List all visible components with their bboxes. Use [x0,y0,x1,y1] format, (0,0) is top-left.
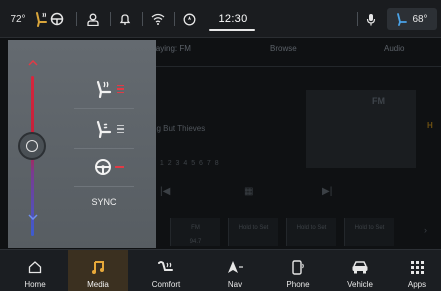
status-divider [110,12,111,26]
song-title: ng But Thieves [152,124,206,133]
temp-down-chevron-icon[interactable] [25,212,41,223]
heated-wheel-icon [50,12,64,26]
apps-grid-icon [410,260,424,274]
nav-phone[interactable]: Phone [268,250,328,291]
preset-hold-label: Hold to Set [296,225,327,231]
driver-temp-value: 68° [412,13,428,25]
preset-slot[interactable]: Hold to Set [228,218,278,246]
seek-forward-icon[interactable]: ▶| [322,186,332,197]
clock-time: 12:30 [218,13,248,25]
clock-underline [209,29,255,31]
temp-up-chevron-icon[interactable] [25,58,41,69]
nav-comfort[interactable]: Comfort [136,250,196,291]
nav-media[interactable]: Media [68,250,128,291]
ventilated-seat-icon [96,120,112,139]
steering-wheel-icon [95,159,111,175]
nav-home-label: Home [24,280,46,289]
preset-slot[interactable]: Hold to Set [344,218,394,246]
outside-temp-value: 72° [10,13,26,25]
preset-hold-label: Hold to Set [354,225,385,231]
heated-seat-button[interactable] [88,78,130,100]
preset-slot[interactable]: Hold to Set [286,218,336,246]
passenger-climate-shortcut[interactable] [32,0,66,38]
nav-comfort-label: Comfort [151,280,181,289]
temperature-slider-handle[interactable] [18,132,46,160]
voice-command-button[interactable] [362,0,380,38]
heated-seat-icon [36,12,47,27]
bottom-nav: Home Media Comfort Nav Phone Vehicle App… [0,249,441,291]
panel-separator [74,186,134,187]
heated-seat-icon [96,80,112,99]
status-divider [142,12,143,26]
preset-hold-label: Hold to Set [238,225,269,231]
compass-button[interactable] [180,0,198,38]
nav-vehicle-label: Vehicle [347,280,373,289]
compass-icon [183,13,195,25]
notifications-button[interactable] [116,0,134,38]
nav-navigation[interactable]: Nav [205,250,265,291]
nav-media-label: Media [87,280,109,289]
hd-channel-strip: 3 1 2 3 4 5 6 7 8 [152,160,220,167]
status-divider [76,12,77,26]
preset-slot[interactable]: FM 94.7 [170,218,220,246]
tab-now-playing[interactable]: laying: FM [154,44,191,53]
preset-band: FM [191,225,200,231]
wifi-icon [151,13,165,25]
album-art [306,90,416,168]
clock: 12:30 [210,0,256,38]
ventilated-seat-button[interactable] [88,118,130,140]
tab-audio[interactable]: Audio [384,44,404,53]
heat-level-indicator [117,84,124,94]
navigation-arrow-icon [228,261,243,273]
tab-divider [150,66,441,67]
nav-vehicle[interactable]: Vehicle [330,250,390,291]
driver-profile-button[interactable] [84,0,102,38]
phone-icon [292,259,304,275]
status-divider [174,12,175,26]
presets-grid-icon[interactable]: ▦ [244,186,253,197]
wheel-heat-indicator [115,166,124,168]
vent-level-indicator [117,124,124,134]
car-icon [352,261,368,274]
nav-apps[interactable]: Apps [393,250,441,291]
sync-button[interactable]: SYNC [74,193,134,211]
sync-label: SYNC [91,197,117,207]
heated-wheel-button[interactable] [88,156,130,178]
panel-separator [74,148,134,149]
presets-next-icon[interactable]: › [424,225,427,235]
home-icon [28,261,42,274]
nav-nav-label: Nav [227,280,243,289]
preset-frequency: 94.7 [189,239,202,245]
tab-browse[interactable]: Browse [270,44,297,53]
nav-apps-label: Apps [407,280,427,289]
wifi-button[interactable] [149,0,167,38]
climate-quick-panel: SYNC [8,40,156,248]
uconnect-screen: 72° 12:30 68° laying: FM Browse Audio FM… [0,0,441,291]
heated-seat-icon [397,13,408,26]
status-bar: 72° 12:30 68° [0,0,441,38]
microphone-icon [366,13,376,25]
nav-home[interactable]: Home [5,250,65,291]
panel-separator [74,108,134,109]
status-divider [357,12,358,26]
band-label: FM [372,96,385,106]
music-note-icon [92,260,104,274]
nav-phone-label: Phone [286,280,310,289]
seek-back-icon[interactable]: |◀ [160,186,170,197]
bell-icon [119,13,131,25]
user-icon [87,13,99,26]
hd-radio-badge: H [427,121,433,130]
driver-climate-shortcut[interactable]: 68° [387,8,437,30]
outside-temp: 72° [6,0,30,38]
comfort-seat-icon [158,261,173,271]
